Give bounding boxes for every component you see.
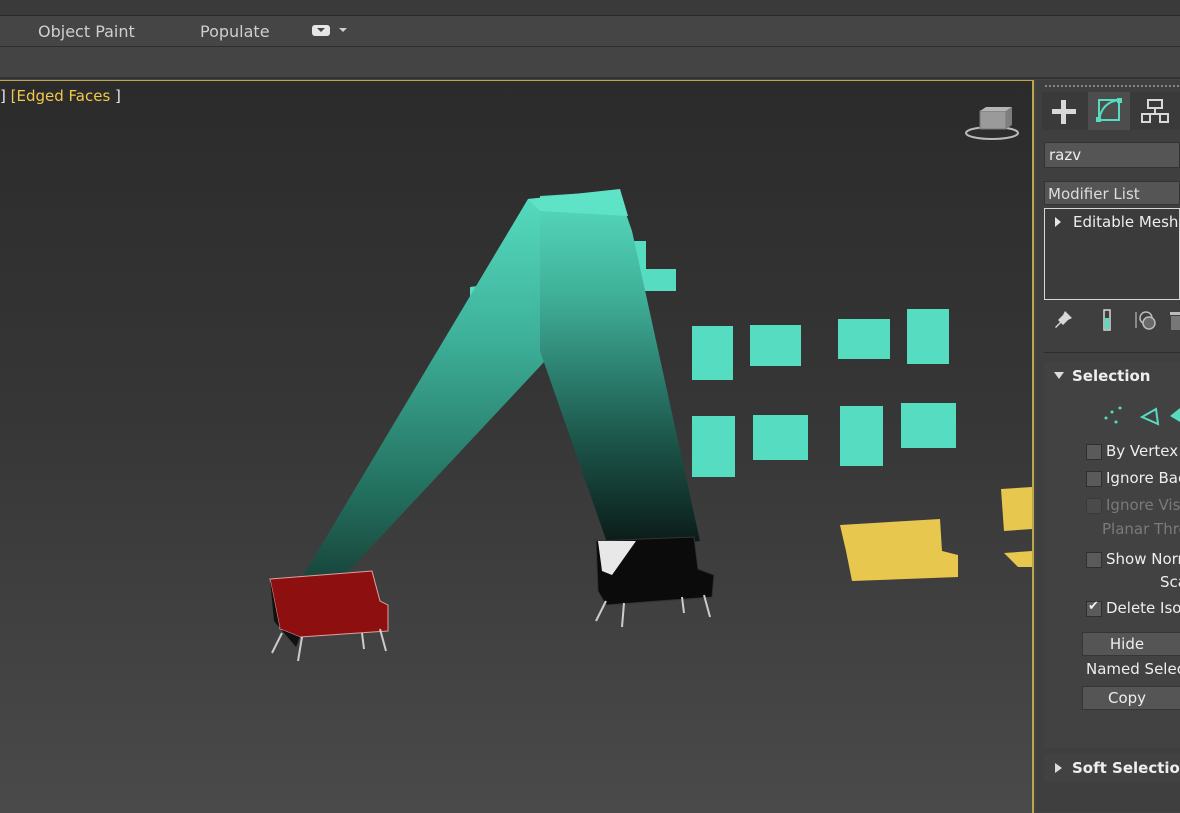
viewport-label[interactable]: ] [Edged Faces ] <box>0 87 121 105</box>
window-panel[interactable] <box>753 415 808 460</box>
show-normals-option[interactable]: Show Norm <box>1086 550 1180 572</box>
modifier-list-dropdown[interactable]: Modifier List <box>1044 181 1180 205</box>
show-normals-label: Show Norm <box>1106 550 1180 568</box>
rollout-title: Selection <box>1072 367 1151 385</box>
make-unique-button[interactable] <box>1134 308 1156 332</box>
window-panel[interactable] <box>750 325 801 366</box>
black-sofa[interactable] <box>595 536 715 628</box>
show-end-result-button[interactable] <box>1096 308 1118 332</box>
modify-curve-icon <box>1096 98 1122 122</box>
top-menu-strip <box>0 0 1180 16</box>
hierarchy-icon <box>1141 99 1169 123</box>
by-vertex-checkbox[interactable] <box>1086 444 1102 460</box>
stack-item-editable-mesh[interactable]: Editable Mesh <box>1047 211 1180 233</box>
viewport-scene[interactable] <box>0 81 1032 813</box>
make-unique-icon <box>1135 311 1156 330</box>
tab-modify[interactable] <box>1088 92 1130 130</box>
red-sofa[interactable] <box>269 570 389 662</box>
viewport-shading-mode[interactable]: [Edged Faces <box>11 87 111 105</box>
copy-button[interactable]: Copy <box>1082 686 1180 710</box>
tab-object-paint[interactable]: Object Paint <box>38 22 135 41</box>
yellow-object[interactable] <box>1004 551 1032 567</box>
window-panel[interactable] <box>692 326 733 380</box>
yellow-object[interactable] <box>840 519 958 581</box>
divider <box>1044 352 1180 353</box>
modifier-stack[interactable]: Editable Mesh <box>1044 208 1180 300</box>
window-panel[interactable] <box>838 319 890 359</box>
ignore-visible-checkbox <box>1086 498 1102 514</box>
command-panel-tabs <box>1042 92 1180 130</box>
object-name-field[interactable]: razv <box>1044 142 1180 168</box>
yellow-object[interactable] <box>1001 487 1032 531</box>
pin-icon <box>1055 311 1072 328</box>
viewport-label-close[interactable]: ] <box>115 87 121 105</box>
planar-threshold-label: Planar Thre <box>1102 520 1180 538</box>
rollout-title: Soft Selection <box>1072 759 1180 777</box>
ignore-visible-option: Ignore Visi <box>1086 496 1180 518</box>
window-panel[interactable] <box>907 309 949 364</box>
window-panel[interactable] <box>692 416 735 477</box>
window-panel[interactable] <box>901 403 956 448</box>
ribbon-toggle-icon[interactable] <box>312 25 330 36</box>
tab-populate[interactable]: Populate <box>200 22 270 41</box>
perspective-viewport[interactable]: ] [Edged Faces ] <box>0 80 1034 813</box>
ignore-visible-label: Ignore Visi <box>1106 496 1180 514</box>
delete-isolated-option[interactable]: Delete Isola <box>1086 599 1180 621</box>
show-normals-checkbox[interactable] <box>1086 552 1102 568</box>
named-selections-label: Named Select <box>1086 660 1180 678</box>
delete-isolated-label: Delete Isola <box>1106 599 1180 617</box>
collapse-arrow-icon[interactable] <box>1054 372 1064 379</box>
sub-object-icons <box>1104 406 1180 426</box>
by-vertex-option[interactable]: By Vertex <box>1086 442 1180 464</box>
ignore-backfacing-label: Ignore Bac <box>1106 469 1180 487</box>
selection-rollout: Selection By Vertex Ignore Bac Ignore Vi… <box>1044 362 1180 748</box>
ignore-backfacing-checkbox[interactable] <box>1086 471 1102 487</box>
soft-selection-rollout-header[interactable]: Soft Selection <box>1044 754 1180 782</box>
sub-object-levels <box>1100 402 1180 430</box>
light-beam-right[interactable] <box>540 191 700 551</box>
stack-item-label: Editable Mesh <box>1073 213 1179 231</box>
tab-create[interactable] <box>1042 92 1084 130</box>
plus-icon <box>1052 100 1076 124</box>
show-end-result-icon <box>1103 309 1111 331</box>
ribbon-options-dropdown[interactable] <box>312 24 352 40</box>
remove-modifier-button[interactable] <box>1168 308 1180 332</box>
expand-arrow-icon[interactable] <box>1055 217 1061 227</box>
pin-stack-button[interactable] <box>1052 308 1074 332</box>
viewport-label-fragment[interactable]: ] <box>0 87 6 105</box>
edge-icon[interactable] <box>1139 407 1160 426</box>
stack-toolbar <box>1044 306 1180 334</box>
tab-hierarchy[interactable] <box>1134 92 1176 130</box>
ribbon-panel-area <box>0 47 1180 79</box>
viewcube-icon[interactable] <box>965 107 1019 140</box>
selection-rollout-header[interactable]: Selection <box>1044 362 1180 390</box>
ribbon-tab-bar: Object Paint Populate <box>0 16 1180 47</box>
panel-drag-handle[interactable] <box>1044 84 1180 88</box>
hide-button[interactable]: Hide <box>1082 632 1180 656</box>
chevron-down-icon[interactable] <box>339 28 347 32</box>
vertex-icon[interactable] <box>1104 406 1122 424</box>
face-icon[interactable] <box>1170 408 1180 422</box>
command-panel: razv Modifier List Editable Mesh Selecti… <box>1036 80 1180 812</box>
expand-arrow-icon[interactable] <box>1055 763 1062 773</box>
scale-label: Sca <box>1160 573 1180 591</box>
delete-isolated-checkbox[interactable] <box>1086 599 1102 617</box>
by-vertex-label: By Vertex <box>1106 442 1179 460</box>
remove-modifier-icon <box>1170 312 1180 330</box>
ignore-backfacing-option[interactable]: Ignore Bac <box>1086 469 1180 491</box>
window-panel[interactable] <box>840 406 883 466</box>
